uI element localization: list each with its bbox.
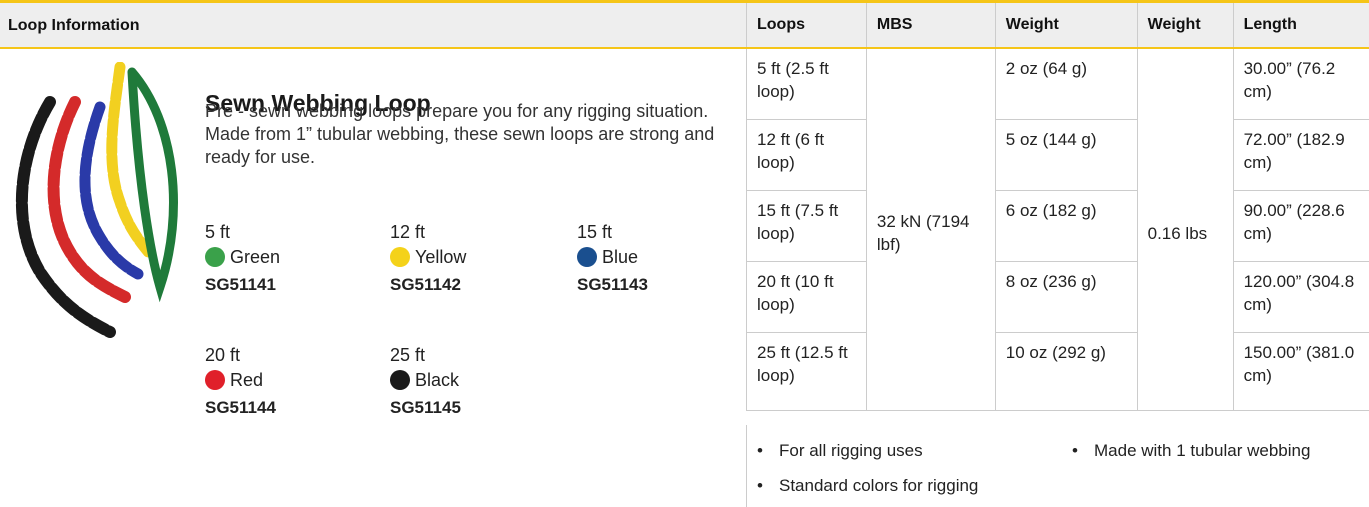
variant-sku: SG51143 bbox=[577, 275, 648, 294]
webbing-loops-image bbox=[15, 62, 178, 338]
product-description: Pre - sewn webbing loops prepare you for… bbox=[205, 101, 715, 167]
variant-color: Green bbox=[230, 246, 281, 267]
yellow-swatch-icon bbox=[390, 247, 410, 267]
variant-length: 15 ft bbox=[577, 222, 613, 242]
header-length: Length bbox=[1232, 3, 1369, 49]
variant-sku: SG51141 bbox=[205, 275, 276, 294]
variant-color: Black bbox=[415, 369, 460, 390]
feature-list: • For all rigging uses • Made with 1 tubul… bbox=[746, 425, 1369, 507]
variant-color: Yellow bbox=[415, 246, 467, 267]
table-row: 12 ft (6 ft loop) 5 oz (144 g) 72.00” (1… bbox=[746, 119, 1369, 191]
header-weight-lbs: Weight bbox=[1136, 3, 1234, 49]
variant-sku: SG51142 bbox=[390, 275, 461, 294]
header-loops: Loops bbox=[746, 3, 867, 49]
black-swatch-icon bbox=[390, 370, 410, 390]
variant-length: 20 ft bbox=[205, 345, 241, 365]
variant-length: 12 ft bbox=[390, 222, 426, 242]
bullet-icon: • bbox=[1072, 441, 1078, 460]
cell-weight-lbs: 0.16 lbs bbox=[1136, 48, 1234, 411]
variant-20ft: 20 ft Red SG51144 bbox=[205, 343, 276, 418]
cell-length: 72.00” (182.9 cm) bbox=[1232, 119, 1369, 191]
spec-table: Loops MBS Weight Weight Length 5 ft (2.5… bbox=[746, 3, 1369, 411]
cell-weight: 10 oz (292 g) bbox=[994, 332, 1138, 411]
cell-weight: 5 oz (144 g) bbox=[994, 119, 1138, 191]
variant-12ft: 12 ft Yellow SG51142 bbox=[390, 220, 466, 295]
variant-length: 5 ft bbox=[205, 222, 231, 242]
cell-loops: 25 ft (12.5 ft loop) bbox=[746, 332, 867, 411]
list-item: • Made with 1 tubular webbing bbox=[1072, 441, 1310, 461]
feature-text: Made with 1 tubular webbing bbox=[1094, 441, 1311, 460]
variant-5ft: 5 ft Green SG51141 bbox=[205, 220, 280, 295]
variant-sku: SG51144 bbox=[205, 398, 276, 417]
cell-loops: 15 ft (7.5 ft loop) bbox=[746, 190, 867, 262]
green-swatch-icon bbox=[205, 247, 225, 267]
table-row: 15 ft (7.5 ft loop) 6 oz (182 g) 90.00” … bbox=[746, 190, 1369, 262]
loop-information-header: Loop Information bbox=[0, 3, 746, 49]
blue-swatch-icon bbox=[577, 247, 597, 267]
cell-loops: 5 ft (2.5 ft loop) bbox=[746, 48, 867, 120]
feature-text: Standard colors for rigging bbox=[779, 476, 979, 495]
section-title: Loop Information bbox=[8, 17, 140, 34]
table-row: 5 ft (2.5 ft loop) 32 kN (7194 lbf) 2 oz… bbox=[746, 48, 1369, 411]
variant-sku: SG51145 bbox=[390, 398, 461, 417]
cell-loops: 20 ft (10 ft loop) bbox=[746, 261, 867, 333]
red-swatch-icon bbox=[205, 370, 225, 390]
table-row: 20 ft (10 ft loop) 8 oz (236 g) 120.00” … bbox=[746, 261, 1369, 333]
header-weight: Weight bbox=[994, 3, 1138, 49]
cell-weight: 2 oz (64 g) bbox=[994, 48, 1138, 120]
variant-color: Blue bbox=[602, 246, 639, 267]
table-header-row: Loops MBS Weight Weight Length bbox=[746, 3, 1369, 49]
feature-text: For all rigging uses bbox=[779, 441, 923, 460]
cell-weight: 6 oz (182 g) bbox=[994, 190, 1138, 262]
variant-25ft: 25 ft Black SG51145 bbox=[390, 343, 461, 418]
bullet-icon: • bbox=[757, 476, 763, 495]
bullet-icon: • bbox=[757, 441, 763, 460]
cell-length: 30.00” (76.2 cm) bbox=[1232, 48, 1369, 120]
list-item: • Standard colors for rigging bbox=[757, 476, 978, 496]
variant-15ft: 15 ft Blue SG51143 bbox=[577, 220, 648, 295]
cell-length: 120.00” (304.8 cm) bbox=[1232, 261, 1369, 333]
cell-length: 150.00” (381.0 cm) bbox=[1232, 332, 1369, 411]
cell-length: 90.00” (228.6 cm) bbox=[1232, 190, 1369, 262]
header-mbs: MBS bbox=[865, 3, 996, 49]
variant-color: Red bbox=[230, 369, 264, 390]
cell-weight: 8 oz (236 g) bbox=[994, 261, 1138, 333]
table-row: 25 ft (12.5 ft loop) 10 oz (292 g) 150.0… bbox=[746, 332, 1369, 411]
cell-mbs: 32 kN (7194 lbf) bbox=[865, 48, 996, 411]
variant-length: 25 ft bbox=[390, 345, 426, 365]
cell-loops: 12 ft (6 ft loop) bbox=[746, 119, 867, 191]
list-item: • For all rigging uses bbox=[757, 441, 923, 461]
